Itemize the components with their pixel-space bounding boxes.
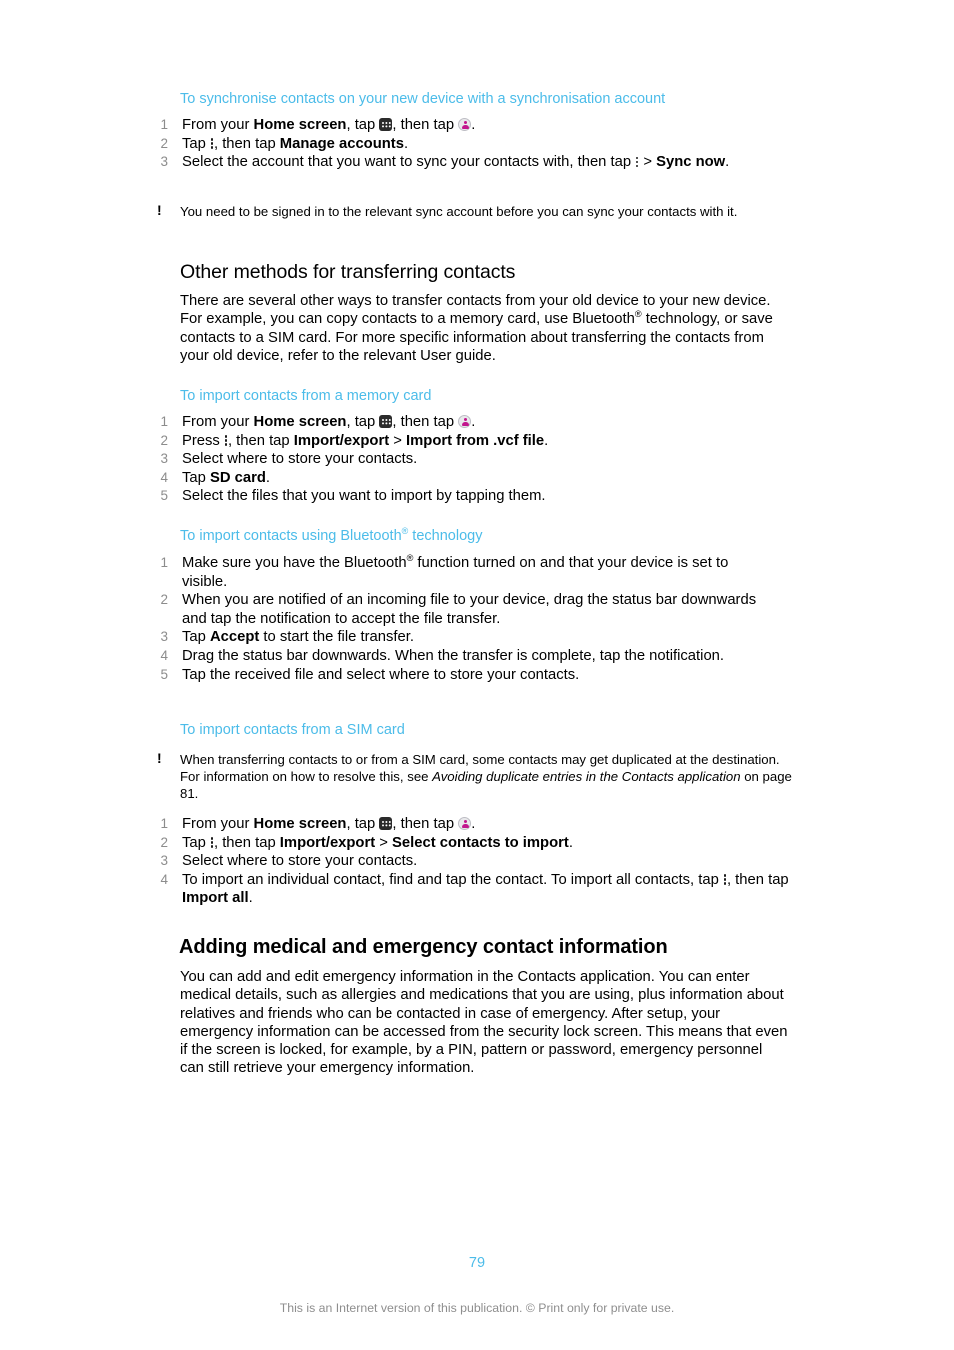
apps-drawer-icon [379,817,393,830]
emphasis-text: Sync now [656,154,726,171]
footer-copyright-note: This is an Internet version of this publ… [279,1301,675,1315]
list-item-number: 2 [160,432,168,448]
apps-drawer-icon [379,118,393,131]
list-item: 2 Tap , then tap Import/export > Select c… [152,834,792,853]
emphasis-text: Home screen [253,414,347,430]
overflow-menu-icon [224,434,228,447]
list-item-number: 1 [160,555,168,570]
section-heading-sim-card: To import contacts from a SIM card [180,722,405,738]
section-heading-synchronise: To synchronise contacts on your new devi… [180,91,666,107]
list-item-number: 3 [160,451,168,467]
emphasis-text: Home screen [253,816,347,832]
note-sim-duplicates: When transferring contacts to or from a … [180,752,792,801]
overflow-menu-icon [210,836,214,849]
list-item-text: Select where to store your contacts. [182,451,418,468]
list-item: 5 Tap the received file and select where … [152,666,772,685]
steps-list-sim-card: 1 From your Home screen, tap , then tap .… [152,815,792,908]
emphasis-text: Manage accounts [279,135,404,152]
paragraph-medical: You can add and edit emergency informati… [180,969,788,1077]
list-item-text: Select where to store your contacts. [182,853,418,870]
steps-list-bluetooth: 1 Make sure you have the Bluetooth® funct… [152,553,772,685]
list-item-number: 4 [160,871,168,887]
steps-list-memory-card: 1 From your Home screen, tap , then tap .… [152,413,792,506]
list-item-number: 3 [160,853,168,869]
list-item: 1 Make sure you have the Bluetooth® funct… [152,553,772,591]
registered-mark: ® [401,526,409,537]
note-marker-icon: ! [157,202,162,218]
list-item-number: 1 [160,414,168,429]
list-item: 4 Tap SD card. [152,469,792,488]
list-item-number: 1 [160,816,168,831]
list-item-number: 5 [160,488,168,504]
emphasis-text: Import all [182,890,249,907]
overflow-menu-icon [723,873,727,886]
list-item-text: From your Home screen, tap , then tap . [182,117,476,133]
list-item: 4 To import an individual contact, find a… [152,871,792,908]
emphasis-text: Home screen [253,117,347,133]
cross-reference-text: Avoiding duplicate entries in the Contac… [432,769,741,784]
list-item: 3 Select where to store your contacts. [152,852,792,871]
list-item-number: 2 [160,135,168,151]
list-item: 2 Press , then tap Import/export > Import… [152,432,792,451]
note-marker-sim-icon: ! [157,750,162,766]
list-item-text: Tap , then tap Manage accounts. [182,135,409,152]
list-item-number: 3 [160,629,168,645]
paragraph-other-methods: There are several other ways to transfer… [180,293,773,364]
list-item-number: 4 [160,647,168,663]
list-item: 4 Drag the status bar downwards. When the… [152,647,772,666]
list-item: 2 Tap , then tap Manage accounts. [152,135,792,154]
list-item: 1 From your Home screen, tap , then tap . [152,116,792,135]
contacts-icon [458,415,472,428]
list-item: 1 From your Home screen, tap , then tap . [152,815,792,834]
list-item-number: 1 [160,117,168,132]
list-item: 3 Select where to store your contacts. [152,450,792,469]
list-item: 2 When you are notified of an incoming fi… [152,591,772,628]
list-item-text: When you are notified of an incoming fil… [182,592,757,627]
list-item-text: Select the account that you want to sync… [182,154,730,171]
list-item: 3 Select the account that you want to syn… [152,153,792,172]
registered-mark: ® [406,553,414,564]
emphasis-text: Import/export [279,834,376,851]
list-item-number: 4 [160,469,168,485]
list-item-text: Tap , then tap Import/export > Select co… [182,834,573,851]
list-item-text: Drag the status bar downwards. When the … [182,647,725,664]
list-item: 5 Select the files that you want to impor… [152,487,792,506]
section-heading-other-methods: Other methods for transferring contacts [180,261,516,283]
emphasis-text: Import from .vcf file [406,432,545,449]
list-item-text: To import an individual contact, find an… [182,871,789,907]
emphasis-text: Accept [209,629,260,646]
overflow-menu-icon [635,155,639,168]
list-item: 3 Tap Accept to start the file transfer. [152,628,772,647]
list-item-number: 2 [160,834,168,850]
contacts-icon [458,118,472,131]
section-heading-medical: Adding medical and emergency contact inf… [179,936,668,958]
document-page: To synchronise contacts on your new devi… [0,0,954,1350]
list-item-text: From your Home screen, tap , then tap . [182,414,476,430]
list-item-text: Press , then tap Import/export > Import … [182,432,549,449]
list-item-number: 5 [160,666,168,682]
steps-list-synchronise: 1 From your Home screen, tap , then tap .… [152,116,792,172]
emphasis-text: Select contacts to import [392,834,569,851]
apps-drawer-icon [379,415,393,428]
emphasis-text: SD card [209,469,266,486]
list-item-text: Tap the received file and select where t… [182,666,580,683]
list-item-text: Tap Accept to start the file transfer. [182,629,414,646]
registered-mark: ® [634,309,642,320]
section-heading-memory-card: To import contacts from a memory card [180,388,432,404]
list-item-text: Tap SD card. [182,469,271,486]
page-number: 79 [468,1255,486,1271]
list-item-text: Select the files that you want to import… [182,488,546,505]
list-item-number: 3 [160,154,168,170]
section-heading-bluetooth: To import contacts using Bluetooth® tech… [180,526,483,544]
overflow-menu-icon [210,137,214,150]
note-sync-account: You need to be signed in to the relevant… [180,204,738,219]
list-item: 1 From your Home screen, tap , then tap . [152,413,792,432]
list-item-text: From your Home screen, tap , then tap . [182,816,476,832]
contacts-icon [458,817,472,830]
emphasis-text: Import/export [293,432,390,449]
list-item-number: 2 [160,592,168,608]
list-item-text: Make sure you have the Bluetooth® functi… [182,553,729,590]
